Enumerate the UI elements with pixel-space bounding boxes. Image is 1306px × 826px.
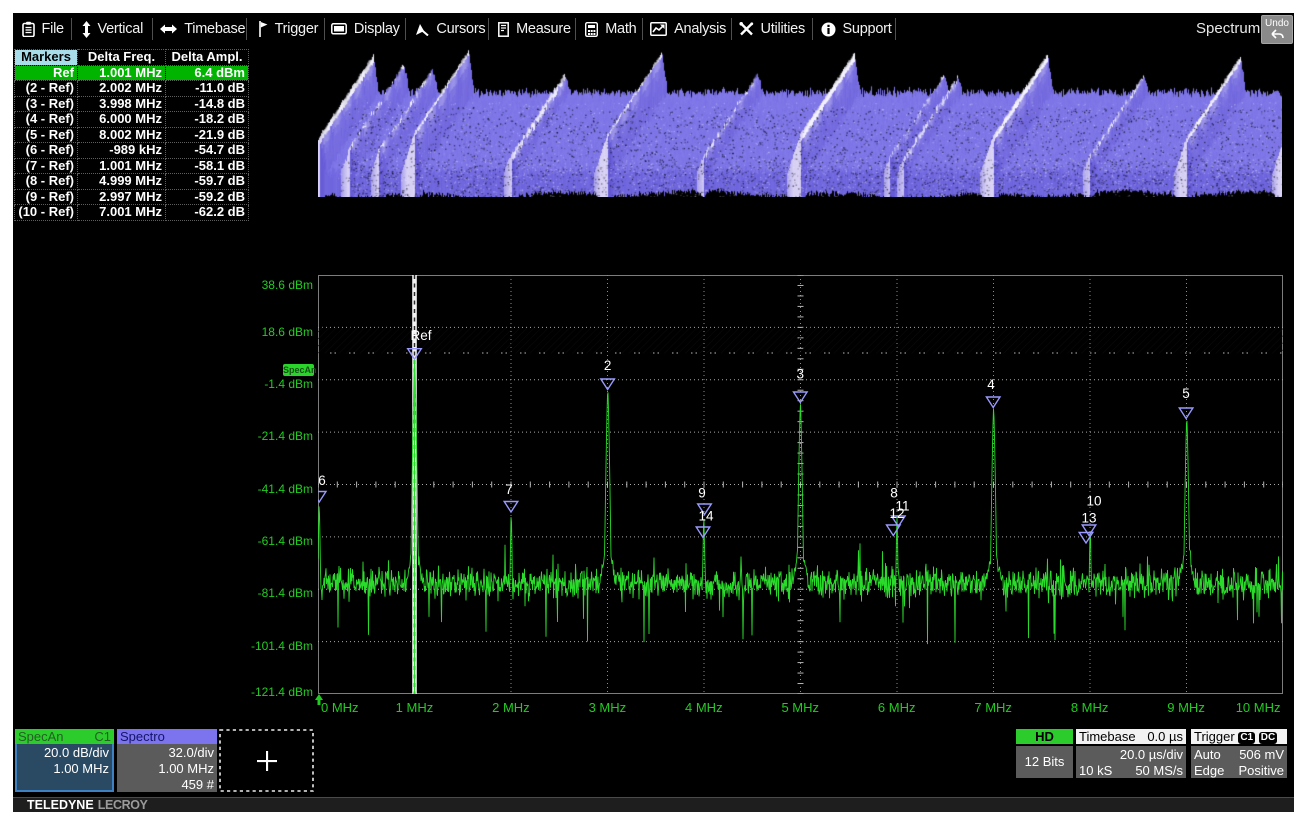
svg-text:9: 9 <box>698 486 706 501</box>
svg-text:12: 12 <box>889 506 904 521</box>
svg-text:14: 14 <box>698 509 714 524</box>
svg-text:5: 5 <box>1182 386 1190 401</box>
svg-text:Ref: Ref <box>410 328 431 343</box>
svg-text:4: 4 <box>987 377 995 392</box>
svg-text:10: 10 <box>1086 494 1101 509</box>
svg-text:13: 13 <box>1081 511 1096 526</box>
svg-text:2: 2 <box>604 358 612 373</box>
svg-text:7: 7 <box>505 482 513 497</box>
svg-text:6: 6 <box>318 473 326 488</box>
svg-text:3: 3 <box>797 367 805 382</box>
